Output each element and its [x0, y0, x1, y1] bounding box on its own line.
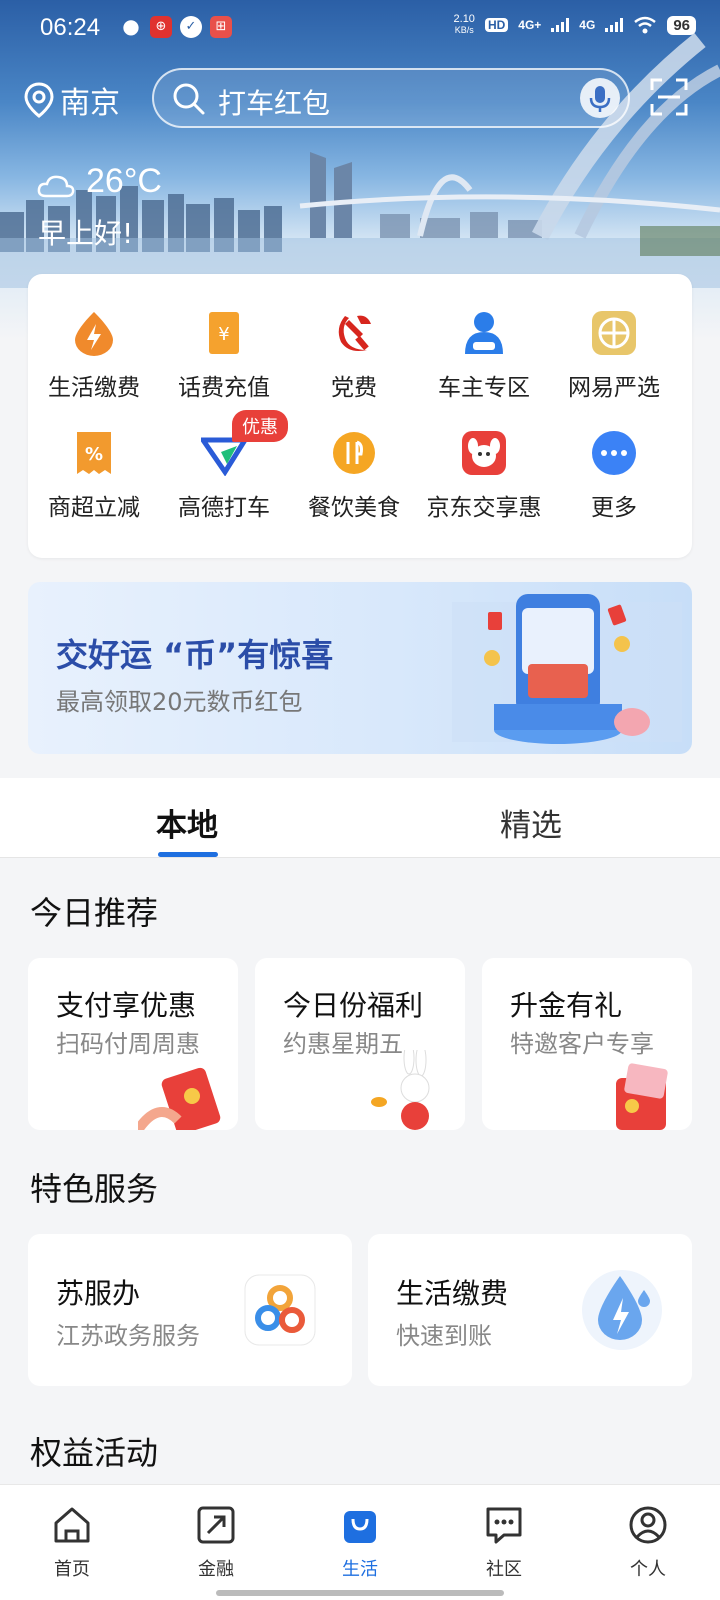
temperature: 26°C — [86, 162, 162, 200]
wifi-icon — [634, 16, 657, 34]
status-bar: 06:24 ● ⊕ ✓ ⊞ 2.10 KB/s HD 4G+ 4G 96 — [0, 0, 720, 56]
system-icons: 2.10 KB/s HD 4G+ 4G 96 — [454, 14, 696, 36]
greeting: 早上好! — [38, 217, 134, 250]
nav-finance[interactable]: 金融 — [166, 1505, 266, 1581]
svg-text:¥: ¥ — [218, 324, 229, 345]
home-gesture-bar[interactable] — [216, 1590, 504, 1596]
cloud-icon — [37, 175, 75, 198]
more-icon — [591, 430, 637, 476]
quick-item-supermarket-discount[interactable]: % 商超立减 — [28, 430, 160, 522]
user-icon — [629, 1506, 667, 1544]
search-placeholder: 打车红包 — [218, 87, 331, 120]
quick-item-car-owner[interactable]: 车主专区 — [418, 310, 550, 402]
location-pin-icon — [24, 82, 54, 118]
nav-community[interactable]: 社区 — [454, 1505, 554, 1581]
home-icon — [54, 1507, 90, 1543]
banner-title: 交好运 “币”有惊喜 — [56, 636, 334, 674]
section-title-special: 特色服务 — [30, 1170, 159, 1208]
service-card-life-payment[interactable]: 生活缴费 快速到账 — [368, 1234, 692, 1386]
netease-icon — [591, 310, 637, 356]
shopping-bag-icon — [344, 1511, 376, 1543]
scan-icon[interactable] — [650, 78, 688, 116]
sufuban-logo-icon — [244, 1274, 316, 1346]
section-title-today: 今日推荐 — [30, 894, 159, 932]
quick-item-jd[interactable]: 京东交享惠 — [418, 430, 550, 522]
red-envelope-illustration — [138, 1067, 221, 1130]
phone-recharge-icon: ¥ — [201, 310, 247, 356]
hd-icon: HD — [484, 18, 509, 32]
tab-featured[interactable]: 精选 — [500, 800, 562, 845]
gift-envelope-illustration — [616, 1063, 668, 1130]
finance-icon — [197, 1506, 235, 1544]
signal-4g-plus-icon: 4G+ — [518, 18, 542, 32]
search-bar[interactable]: 打车红包 — [152, 68, 630, 128]
nav-profile[interactable]: 个人 — [598, 1505, 698, 1581]
party-emblem-icon — [331, 310, 377, 356]
percent-coupon-icon: % — [71, 430, 117, 476]
rabbit-illustration — [371, 1050, 430, 1130]
battery-icon: 96 — [667, 15, 696, 35]
water-drop-lightning-icon — [582, 1270, 662, 1350]
quick-services-panel: 生活缴费 ¥ 话费充值 党费 车主专区 网易严选 % 商超立减 高德打车 餐饮美… — [28, 274, 692, 558]
city-selector[interactable]: 南京 — [22, 78, 120, 122]
nav-life[interactable]: 生活 — [310, 1505, 410, 1581]
discount-badge: 优惠 — [232, 410, 288, 442]
phone-coin-illustration — [452, 594, 682, 744]
network-speed: 2.10 KB/s — [453, 13, 475, 36]
quick-item-more[interactable]: 更多 — [548, 430, 680, 522]
nav-home[interactable]: 首页 — [22, 1505, 122, 1581]
quick-item-netease[interactable]: 网易严选 — [548, 310, 680, 402]
microphone-icon — [589, 86, 611, 112]
notification-icons: ● ⊕ ✓ ⊞ — [120, 16, 232, 38]
signal-4g-icon: 4G — [579, 18, 596, 32]
status-time: 06:24 — [40, 14, 101, 41]
chat-bubble-icon — [486, 1507, 522, 1544]
signal-bars-2-icon — [605, 18, 624, 32]
lightning-drop-icon — [71, 310, 117, 356]
service-card-sufuban[interactable]: 苏服办 江苏政务服务 — [28, 1234, 352, 1386]
quick-item-food[interactable]: 餐饮美食 — [288, 430, 420, 522]
recommend-card-welfare[interactable]: 今日份福利 约惠星期五 — [255, 958, 465, 1130]
voice-search-button[interactable] — [580, 78, 620, 118]
recommend-card-pay[interactable]: 支付享优惠 扫码付周周惠 — [28, 958, 238, 1130]
signal-bars-icon — [551, 18, 570, 32]
banner-subtitle: 最高领取20元数币红包 — [56, 688, 303, 716]
food-icon — [331, 430, 377, 476]
check-icon: ✓ — [180, 16, 202, 38]
quick-item-life-payment[interactable]: 生活缴费 — [28, 310, 160, 402]
tab-local[interactable]: 本地 — [156, 800, 218, 845]
jd-dog-icon — [461, 430, 507, 476]
car-owner-icon — [461, 310, 507, 356]
active-tab-indicator — [158, 852, 218, 857]
city-label: 南京 — [60, 86, 120, 121]
bottom-navigation: 首页 金融 生活 社区 个人 — [0, 1484, 720, 1600]
promo-banner[interactable]: 交好运 “币”有惊喜 最高领取20元数币红包 — [28, 582, 692, 754]
recommend-card-upgrade[interactable]: 升金有礼 特邀客户专享 — [482, 958, 692, 1130]
quick-item-party-fee[interactable]: 党费 — [288, 310, 420, 402]
message-icon: ● — [122, 14, 140, 38]
top-bar: 南京 打车红包 — [0, 68, 720, 128]
metro-icon: ⊕ — [150, 16, 172, 38]
svg-text:%: % — [85, 444, 103, 465]
content-tabs: 本地 精选 — [0, 778, 720, 858]
app-notification-icon: ⊞ — [210, 16, 232, 38]
section-title-rights: 权益活动 — [30, 1434, 159, 1472]
search-icon — [173, 83, 205, 115]
quick-item-phone-recharge[interactable]: ¥ 话费充值 — [158, 310, 290, 402]
quick-item-amap-taxi[interactable]: 高德打车 — [158, 430, 290, 522]
